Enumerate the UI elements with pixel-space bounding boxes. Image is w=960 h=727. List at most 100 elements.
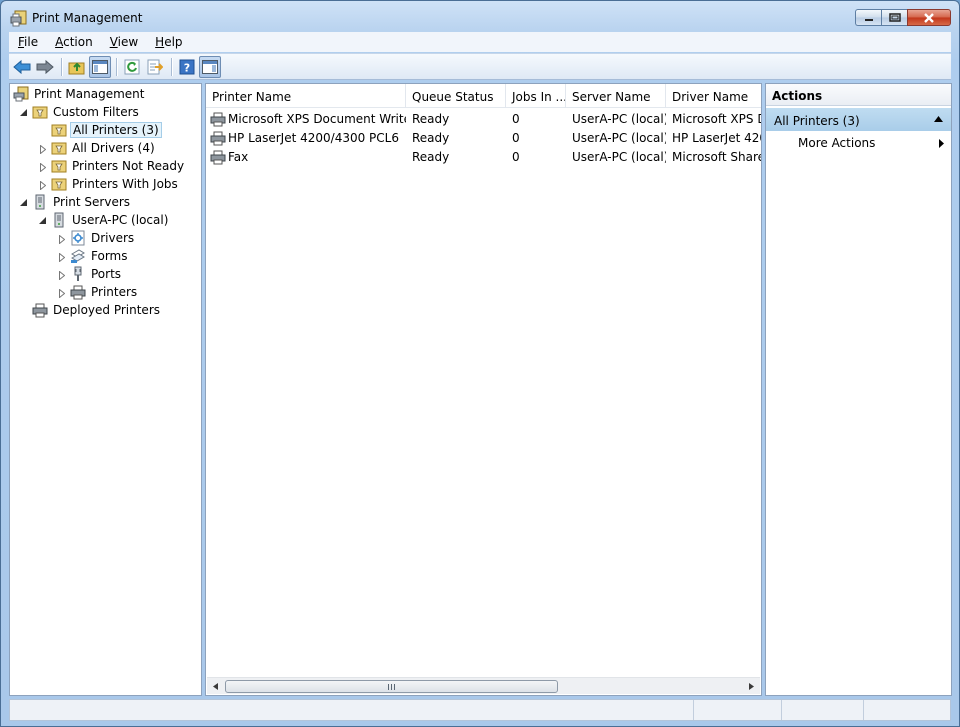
refresh-button[interactable]: [121, 56, 143, 78]
menu-view-accel: V: [109, 35, 118, 49]
export-list-button[interactable]: [144, 56, 166, 78]
menu-action-label: ction: [63, 35, 93, 49]
filter-folder-icon: [32, 106, 48, 119]
collapse-expander[interactable]: [38, 216, 47, 225]
collapsed-triangle-icon: [58, 271, 65, 280]
more-actions-item[interactable]: More Actions: [798, 136, 948, 154]
actions-title: Actions: [766, 84, 951, 106]
menu-help[interactable]: Help: [146, 35, 190, 49]
menu-file-label: ile: [24, 35, 39, 49]
window-controls: [855, 9, 951, 28]
collapsed-triangle-icon: [58, 289, 65, 298]
printer-list-view[interactable]: Printer Name Queue Status Jobs In ... Se…: [205, 83, 762, 696]
table-row[interactable]: HP LaserJet 4200/4300 PCL6 Ready 0 UserA…: [206, 128, 761, 147]
column-header-jobs-in-queue[interactable]: Jobs In ...: [506, 84, 566, 108]
status-segment: [694, 700, 782, 720]
tree-node-printers[interactable]: Printers: [70, 283, 139, 301]
back-button[interactable]: [11, 56, 33, 78]
cell-jobs-in-queue: 0: [512, 130, 520, 145]
tree-node-server[interactable]: UserA-PC (local): [51, 211, 170, 229]
scroll-left-button[interactable]: [207, 678, 224, 694]
cell-driver-name: Microsoft XPS Do: [672, 111, 761, 126]
folder-up-icon: [68, 62, 85, 74]
tree-node-print-servers[interactable]: Print Servers: [32, 193, 132, 211]
tree-label: Deployed Printers: [53, 303, 161, 317]
title-bar[interactable]: Print Management: [1, 1, 959, 31]
menu-bar: File Action View Help: [9, 32, 951, 52]
filter-folder-icon: [51, 178, 67, 191]
cell-driver-name: HP LaserJet 4200: [672, 130, 761, 145]
expanded-triangle-icon: [20, 199, 27, 206]
actions-section-all-printers[interactable]: All Printers (3): [766, 108, 951, 131]
show-hide-console-tree-button[interactable]: [89, 55, 111, 78]
expand-expander[interactable]: [38, 181, 47, 190]
column-header-driver-name[interactable]: Driver Name: [666, 84, 761, 108]
up-one-level-button[interactable]: [66, 56, 88, 78]
filter-folder-icon: [51, 160, 67, 173]
expanded-triangle-icon: [20, 109, 27, 116]
expand-expander[interactable]: [57, 253, 66, 262]
expanded-triangle-icon: [39, 217, 46, 224]
scroll-right-icon: [749, 682, 754, 690]
menu-view-label: iew: [117, 35, 139, 49]
tree-label: Printers Not Ready: [72, 159, 185, 173]
tree-node-print-management[interactable]: Print Management: [13, 85, 146, 103]
expand-expander[interactable]: [57, 271, 66, 280]
tree-node-forms[interactable]: Forms: [70, 247, 129, 265]
collapse-expander[interactable]: [19, 198, 28, 207]
horizontal-scrollbar[interactable]: [207, 677, 760, 694]
back-arrow-icon: [13, 59, 31, 74]
scrollbar-thumb[interactable]: [225, 680, 558, 693]
expand-expander[interactable]: [38, 145, 47, 154]
column-header-server-name[interactable]: Server Name: [566, 84, 666, 108]
tree-label: Ports: [91, 267, 122, 281]
tree-node-printers-with-jobs[interactable]: Printers With Jobs: [51, 175, 180, 193]
forward-button[interactable]: [34, 56, 56, 78]
expand-expander[interactable]: [38, 163, 47, 172]
collapse-expander[interactable]: [19, 108, 28, 117]
show-hide-action-pane-button[interactable]: [199, 55, 221, 78]
console-tree[interactable]: Print Management Custom Filters All Prin…: [9, 83, 202, 696]
column-header-printer-name[interactable]: Printer Name: [206, 84, 406, 108]
tree-label: Forms: [91, 249, 128, 263]
tree-label: UserA-PC (local): [72, 213, 169, 227]
tree-node-drivers[interactable]: Drivers: [70, 229, 136, 247]
table-row[interactable]: Microsoft XPS Document Writer Ready 0 Us…: [206, 109, 761, 128]
grip-icon: [387, 683, 396, 690]
actions-section-label: All Printers (3): [774, 114, 860, 128]
restore-icon: [888, 13, 901, 22]
tree-label: Custom Filters: [53, 105, 139, 119]
tree-node-deployed-printers[interactable]: Deployed Printers: [32, 301, 162, 319]
maximize-button[interactable]: [881, 9, 907, 26]
tree-node-all-printers[interactable]: All Printers (3): [51, 121, 162, 139]
menu-action-accel: A: [55, 35, 64, 49]
menu-action[interactable]: Action: [46, 35, 101, 49]
tree-label: All Drivers (4): [72, 141, 155, 155]
cell-server-name: UserA-PC (local): [572, 130, 666, 145]
print-management-window: Print Management File Action View Help ?…: [0, 0, 960, 727]
server-icon: [54, 212, 64, 228]
cell-driver-name: Microsoft Sharec: [672, 149, 761, 164]
console-tree-icon: [92, 59, 108, 74]
column-header-queue-status[interactable]: Queue Status: [406, 84, 506, 108]
server-icon: [35, 194, 45, 210]
cell-server-name: UserA-PC (local): [572, 149, 666, 164]
scroll-right-button[interactable]: [743, 678, 760, 694]
toolbar-separator: [61, 57, 62, 76]
table-row[interactable]: Fax Ready 0 UserA-PC (local) Microsoft S…: [206, 147, 761, 166]
expand-expander[interactable]: [57, 289, 66, 298]
close-button[interactable]: [907, 9, 951, 26]
help-button[interactable]: ?: [176, 56, 198, 78]
tree-node-all-drivers[interactable]: All Drivers (4): [51, 139, 157, 157]
menu-file[interactable]: File: [9, 35, 46, 49]
status-segment: [782, 700, 864, 720]
menu-view[interactable]: View: [101, 35, 146, 49]
expand-expander[interactable]: [57, 235, 66, 244]
collapsed-triangle-icon: [58, 253, 65, 262]
tree-node-ports[interactable]: Ports: [70, 265, 123, 283]
minimize-button[interactable]: [855, 9, 881, 26]
cell-jobs-in-queue: 0: [512, 149, 520, 164]
forward-arrow-icon: [36, 59, 54, 74]
tree-node-custom-filters[interactable]: Custom Filters: [32, 103, 141, 121]
tree-node-printers-not-ready[interactable]: Printers Not Ready: [51, 157, 186, 175]
